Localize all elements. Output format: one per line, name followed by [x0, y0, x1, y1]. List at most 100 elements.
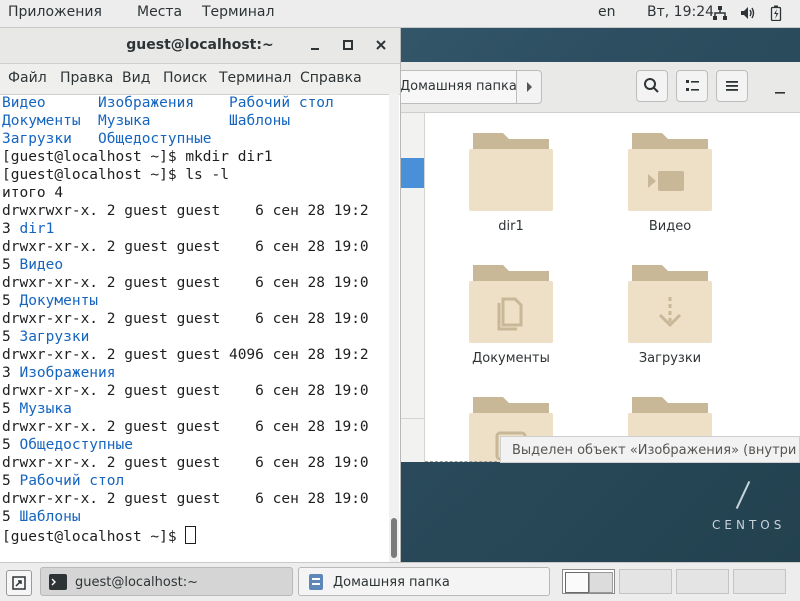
location-forward-button[interactable] — [516, 70, 542, 104]
battery-icon[interactable] — [768, 5, 784, 21]
minimize-icon[interactable] — [307, 37, 323, 53]
terminal-text: 3 — [2, 221, 20, 237]
centos-logo-stroke — [735, 480, 751, 510]
terminal-output[interactable]: Видео Изображения Рабочий стол Документы … — [2, 94, 386, 562]
search-button[interactable] — [636, 70, 668, 102]
terminal-text: итого 4 — [2, 185, 64, 201]
task-terminal[interactable]: guest@localhost:~ — [40, 567, 293, 596]
directory-name: Загрузки — [19, 329, 90, 345]
directory-name: Шаблоны — [19, 509, 81, 525]
terminal-text: 5 — [2, 437, 20, 453]
menu-terminal[interactable]: Терминал — [219, 70, 291, 86]
file-manager-status-tooltip: Выделен объект «Изображения» (внутри 9 — [500, 436, 800, 463]
places-menu[interactable]: Места — [137, 4, 182, 20]
folder-icon — [469, 133, 553, 211]
terminal-icon — [49, 574, 67, 590]
menu-view[interactable]: Вид — [122, 70, 150, 86]
applications-menu[interactable]: Приложения — [8, 4, 102, 20]
terminal-line: итого 4 — [2, 184, 386, 202]
terminal-text: drwxrwxr-x. 2 guest guest 6 сен 28 19:2 — [2, 203, 369, 219]
terminal-line: drwxr-xr-x. 2 guest guest 6 сен 28 19:0 — [2, 490, 386, 508]
terminal-app-menu[interactable]: Терминал — [202, 4, 274, 20]
folder-download-icon — [628, 265, 712, 343]
file-manager-sidebar — [400, 113, 425, 462]
folder-item-downloads[interactable]: Загрузки — [610, 261, 730, 366]
folder-label: Документы — [472, 351, 550, 366]
terminal-prompt-line[interactable]: [guest@localhost ~]$ — [2, 526, 386, 545]
network-icon[interactable] — [712, 5, 728, 21]
chevron-right-icon — [527, 82, 532, 92]
directory-name: Музыка — [98, 113, 151, 129]
scrollbar-thumb[interactable] — [391, 518, 397, 558]
terminal-text: 5 — [2, 509, 20, 525]
task-label: Домашняя папка — [333, 575, 450, 590]
terminal-window: guest@localhost:~ Файл Правка Вид Поиск … — [0, 28, 401, 562]
terminal-scrollbar[interactable] — [389, 94, 399, 562]
list-view-icon — [686, 80, 699, 91]
terminal-text: 5 — [2, 401, 20, 417]
terminal-line: 5 Рабочий стол — [2, 472, 386, 490]
directory-name: Документы — [2, 113, 81, 129]
terminal-line: [guest@localhost ~]$ mkdir dir1 — [2, 148, 386, 166]
show-desktop-button[interactable] — [6, 570, 32, 596]
terminal-text: 5 — [2, 473, 20, 489]
directory-name: Загрузки — [2, 131, 72, 147]
workspace-3[interactable] — [676, 569, 729, 594]
task-file-manager[interactable]: Домашняя папка — [298, 567, 550, 596]
location-crumb-label: Домашняя папка — [400, 79, 517, 94]
bottom-taskbar: guest@localhost:~ Домашняя папка — [0, 562, 800, 601]
terminal-line: 3 Изображения — [2, 364, 386, 382]
folder-label: dir1 — [498, 219, 524, 234]
task-label: guest@localhost:~ — [75, 575, 198, 590]
menu-file[interactable]: Файл — [8, 70, 47, 86]
centos-logo: CENTOS — [712, 518, 786, 532]
folder-item-video[interactable]: Видео — [610, 129, 730, 234]
volume-icon[interactable] — [740, 5, 756, 21]
terminal-prompt: [guest@localhost ~]$ — [2, 529, 186, 545]
selection-dashed-line — [425, 461, 497, 462]
keyboard-layout-indicator[interactable]: en — [598, 4, 616, 20]
terminal-text: 5 — [2, 329, 20, 345]
terminal-text: drwxr-xr-x. 2 guest guest 6 сен 28 19:0 — [2, 491, 369, 507]
terminal-cursor — [185, 526, 197, 544]
menu-edit[interactable]: Правка — [60, 70, 113, 86]
minimize-icon[interactable] — [772, 82, 788, 98]
location-crumb[interactable]: Домашняя папка — [400, 70, 525, 104]
close-icon[interactable] — [373, 37, 389, 53]
directory-name: Видео — [19, 257, 64, 273]
workspace-2[interactable] — [619, 569, 672, 594]
terminal-line: drwxr-xr-x. 2 guest guest 6 сен 28 19:0 — [2, 418, 386, 436]
terminal-text: drwxr-xr-x. 2 guest guest 4096 сен 28 19… — [2, 347, 369, 363]
view-list-button[interactable] — [676, 70, 708, 102]
workspace-1[interactable] — [562, 569, 615, 594]
folder-documents-icon — [469, 265, 553, 343]
directory-name: Рабочий стол — [19, 473, 125, 489]
terminal-titlebar[interactable]: guest@localhost:~ — [0, 28, 400, 64]
menu-help[interactable]: Справка — [300, 70, 362, 86]
directory-name: Музыка — [19, 401, 72, 417]
show-desktop-icon — [12, 576, 26, 590]
clock[interactable]: Вт, 19:24 — [647, 4, 714, 20]
maximize-icon[interactable] — [340, 37, 356, 53]
terminal-line: drwxrwxr-x. 2 guest guest 6 сен 28 19:2 — [2, 202, 386, 220]
terminal-line: Видео Изображения Рабочий стол — [2, 94, 386, 112]
workspace-4[interactable] — [733, 569, 786, 594]
folder-item-dir1[interactable]: dir1 — [451, 129, 571, 234]
menu-search[interactable]: Поиск — [163, 70, 207, 86]
terminal-text: [guest@localhost ~]$ ls -l — [2, 167, 229, 183]
file-manager-window: Домашняя папка dir1 Видео Документы Загр… — [400, 62, 800, 462]
terminal-text: drwxr-xr-x. 2 guest guest 6 сен 28 19:0 — [2, 455, 369, 471]
folder-item-documents[interactable]: Документы — [451, 261, 571, 366]
sidebar-divider — [400, 418, 424, 419]
directory-name: Общедоступные — [19, 437, 133, 453]
menu-button[interactable] — [716, 70, 748, 102]
terminal-line: 5 Видео — [2, 256, 386, 274]
sidebar-selected-item[interactable] — [400, 158, 424, 188]
directory-name: dir1 — [19, 221, 55, 237]
top-panel: Приложения Места Терминал en Вт, 19:24 — [0, 0, 800, 28]
